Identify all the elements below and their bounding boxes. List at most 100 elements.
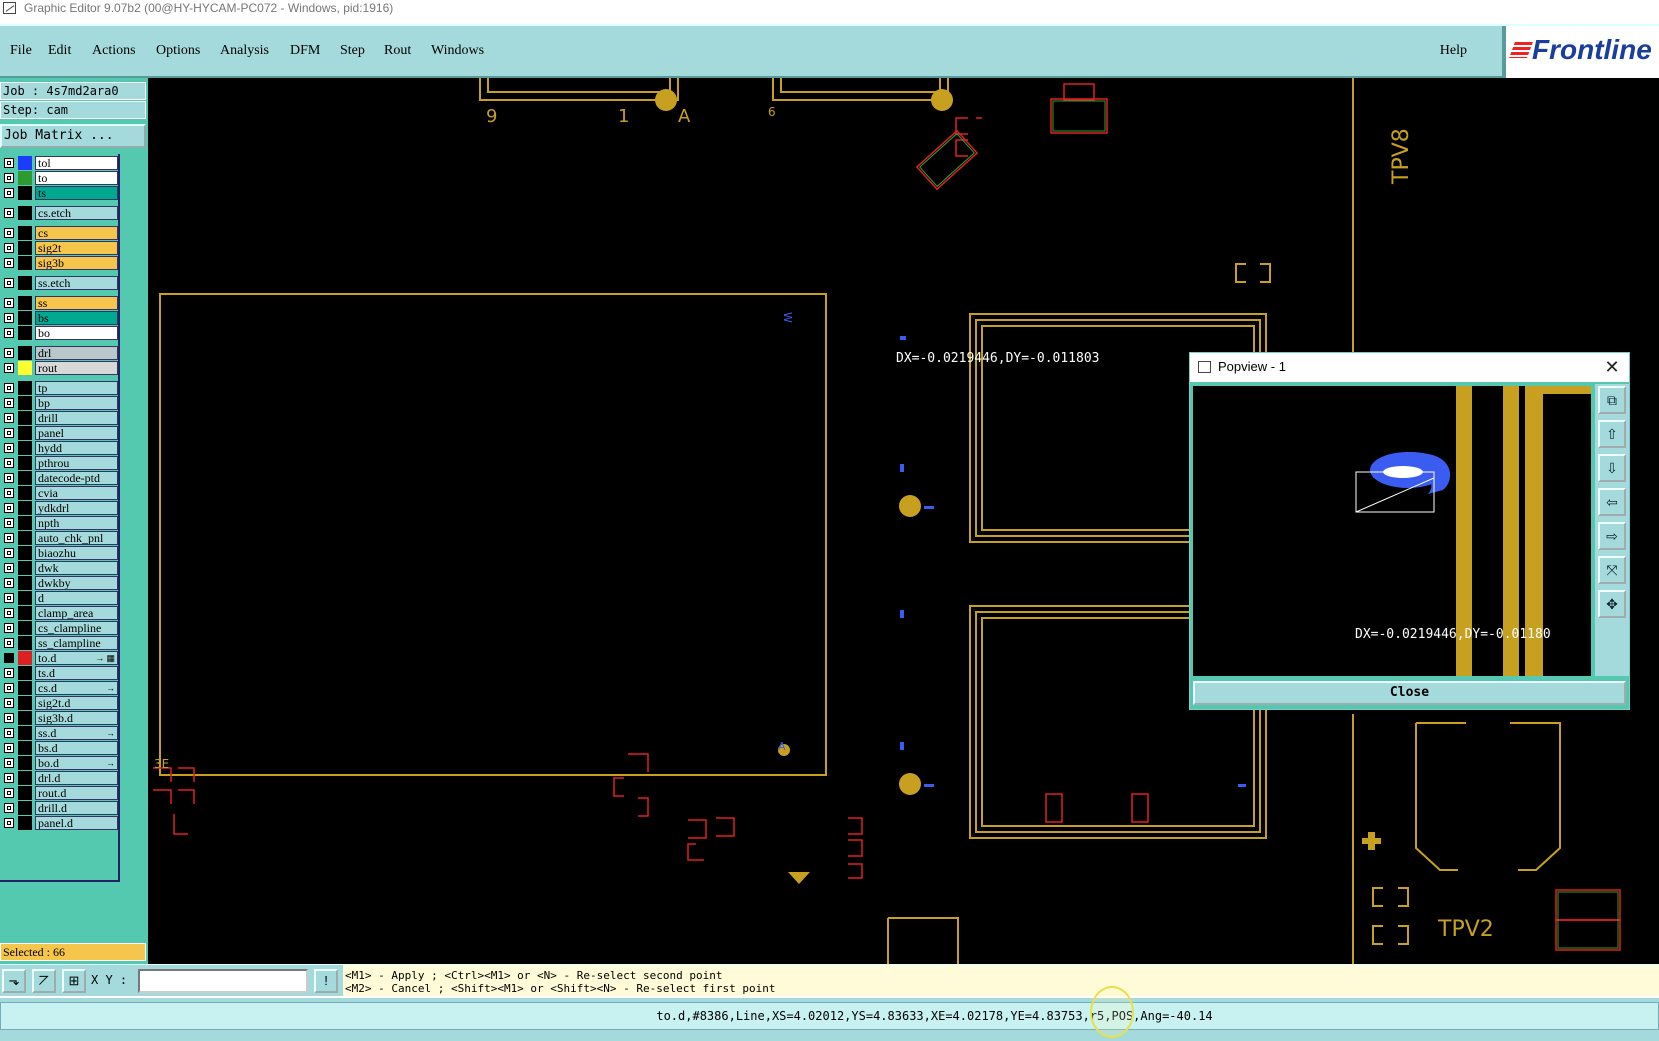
layer-color-swatch[interactable] — [18, 696, 32, 710]
layer-color-swatch[interactable] — [18, 311, 32, 325]
layer-checkbox[interactable] — [4, 743, 14, 753]
menu-edit[interactable]: Edit — [48, 43, 71, 59]
layer-row-sig2t[interactable]: sig2t — [2, 241, 118, 255]
layer-color-swatch[interactable] — [18, 256, 32, 270]
layer-checkbox[interactable] — [4, 698, 14, 708]
layer-row-ts[interactable]: ts — [2, 186, 118, 200]
layer-name[interactable]: biaozhu — [35, 546, 118, 560]
popview-close-icon[interactable]: ✕ — [1601, 354, 1623, 380]
layer-color-swatch[interactable] — [18, 771, 32, 785]
layer-color-swatch[interactable] — [18, 681, 32, 695]
layer-row-npth[interactable]: npth — [2, 516, 118, 530]
layer-checkbox[interactable] — [4, 758, 14, 768]
layer-checkbox[interactable] — [4, 208, 14, 218]
layer-row-ss-d[interactable]: ss.d → — [2, 726, 118, 740]
layer-checkbox[interactable] — [4, 683, 14, 693]
layer-checkbox[interactable] — [4, 188, 14, 198]
layer-row-ss-etch[interactable]: ss.etch — [2, 276, 118, 290]
layer-color-swatch[interactable] — [18, 516, 32, 530]
layer-row-rout[interactable]: rout — [2, 361, 118, 375]
job-matrix-button[interactable]: Job Matrix ... — [0, 124, 146, 148]
layer-checkbox[interactable] — [4, 413, 14, 423]
pan-down-icon[interactable]: ⇩ — [1598, 454, 1626, 482]
layer-row-hydd[interactable]: hydd — [2, 441, 118, 455]
layer-checkbox[interactable] — [4, 488, 14, 498]
layer-name[interactable]: tol — [35, 156, 118, 170]
layer-name[interactable]: to.d → ▦ — [35, 651, 118, 665]
zoom-out-icon[interactable]: ⤧ — [1598, 556, 1626, 584]
layer-checkbox[interactable] — [4, 773, 14, 783]
layer-row-panel[interactable]: panel — [2, 426, 118, 440]
layer-row-biaozhu[interactable]: biaozhu — [2, 546, 118, 560]
layer-color-swatch[interactable] — [18, 381, 32, 395]
layer-row-cvia[interactable]: cvia — [2, 486, 118, 500]
layer-color-swatch[interactable] — [18, 501, 32, 515]
layer-color-swatch[interactable] — [18, 361, 32, 375]
layer-name[interactable]: npth — [35, 516, 118, 530]
menu-dfm[interactable]: DFM — [290, 43, 320, 59]
layer-name[interactable]: rout.d — [35, 786, 118, 800]
layer-checkbox[interactable] — [4, 228, 14, 238]
pan-right-icon[interactable]: ⇨ — [1598, 522, 1626, 550]
layer-checkbox[interactable] — [4, 713, 14, 723]
menu-analysis[interactable]: Analysis — [220, 43, 269, 59]
layer-checkbox[interactable] — [4, 608, 14, 618]
menu-windows[interactable]: Windows — [431, 43, 484, 59]
layer-checkbox[interactable] — [4, 298, 14, 308]
layer-name[interactable]: dwkby — [35, 576, 118, 590]
layer-name[interactable]: ydkdrl — [35, 501, 118, 515]
layer-row-ss[interactable]: ss — [2, 296, 118, 310]
layer-checkbox[interactable] — [4, 653, 14, 663]
layer-name[interactable]: sig3b — [35, 256, 118, 270]
layer-row-tol[interactable]: tol — [2, 156, 118, 170]
layer-color-swatch[interactable] — [18, 621, 32, 635]
layer-color-swatch[interactable] — [18, 636, 32, 650]
layer-color-swatch[interactable] — [18, 396, 32, 410]
pan-up-icon[interactable]: ⇧ — [1598, 420, 1626, 448]
layer-checkbox[interactable] — [4, 158, 14, 168]
layer-color-swatch[interactable] — [18, 531, 32, 545]
layer-color-swatch[interactable] — [18, 546, 32, 560]
menu-step[interactable]: Step — [340, 43, 365, 59]
info-icon[interactable]: ! — [314, 969, 338, 993]
layer-row-ts-d[interactable]: ts.d — [2, 666, 118, 680]
layer-checkbox[interactable] — [4, 593, 14, 603]
layer-row-bs[interactable]: bs — [2, 311, 118, 325]
layer-name[interactable]: tp — [35, 381, 118, 395]
layer-checkbox[interactable] — [4, 348, 14, 358]
layer-color-swatch[interactable] — [18, 296, 32, 310]
layer-color-swatch[interactable] — [18, 576, 32, 590]
layer-color-swatch[interactable] — [18, 456, 32, 470]
layer-name[interactable]: ss.d → — [35, 726, 118, 740]
layer-name[interactable]: ss_clampline — [35, 636, 118, 650]
popview-close-button[interactable]: Close — [1193, 681, 1626, 705]
layer-color-swatch[interactable] — [18, 786, 32, 800]
layer-name[interactable]: dwk — [35, 561, 118, 575]
layer-row-drill[interactable]: drill — [2, 411, 118, 425]
layer-color-swatch[interactable] — [18, 241, 32, 255]
layer-name[interactable]: ts.d — [35, 666, 118, 680]
layer-color-swatch[interactable] — [18, 441, 32, 455]
layer-row-ss-clampline[interactable]: ss_clampline — [2, 636, 118, 650]
layer-row-bs-d[interactable]: bs.d — [2, 741, 118, 755]
layer-color-swatch[interactable] — [18, 801, 32, 815]
layer-color-swatch[interactable] — [18, 606, 32, 620]
layer-color-swatch[interactable] — [18, 591, 32, 605]
layer-checkbox[interactable] — [4, 243, 14, 253]
layer-row-sig2t-d[interactable]: sig2t.d — [2, 696, 118, 710]
layer-name[interactable]: sig3b.d — [35, 711, 118, 725]
layer-color-swatch[interactable] — [18, 711, 32, 725]
layer-row-pthrou[interactable]: pthrou — [2, 456, 118, 470]
layer-checkbox[interactable] — [4, 258, 14, 268]
layer-checkbox[interactable] — [4, 363, 14, 373]
menu-options[interactable]: Options — [156, 43, 200, 59]
layer-name[interactable]: panel — [35, 426, 118, 440]
layer-checkbox[interactable] — [4, 383, 14, 393]
layer-checkbox[interactable] — [4, 668, 14, 678]
layer-name[interactable]: drill — [35, 411, 118, 425]
snap-icon[interactable]: ⬎ — [2, 969, 26, 993]
menu-file[interactable]: File — [10, 43, 32, 59]
layer-color-swatch[interactable] — [18, 326, 32, 340]
layer-checkbox[interactable] — [4, 278, 14, 288]
layer-name[interactable]: bo.d → — [35, 756, 118, 770]
